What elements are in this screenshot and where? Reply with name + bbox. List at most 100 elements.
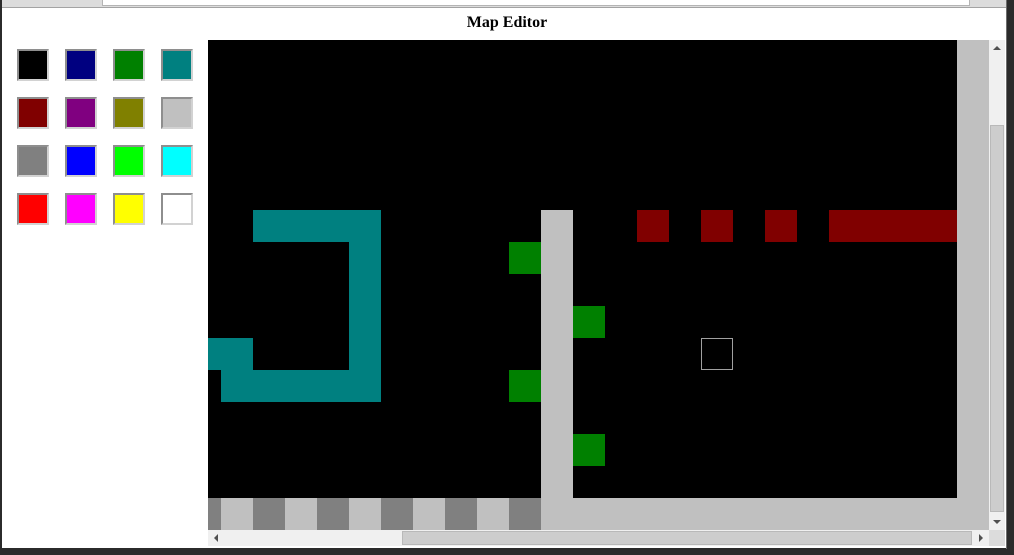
map-tile[interactable]: [957, 434, 989, 466]
map-tile[interactable]: [413, 306, 445, 338]
map-tile[interactable]: [669, 434, 701, 466]
map-tile[interactable]: [445, 338, 477, 370]
map-tile[interactable]: [669, 338, 701, 370]
map-tile[interactable]: [829, 178, 861, 210]
map-tile[interactable]: [509, 370, 541, 402]
map-tile[interactable]: [733, 82, 765, 114]
map-tile[interactable]: [701, 242, 733, 274]
map-tile[interactable]: [349, 50, 381, 82]
map-tile[interactable]: [349, 274, 381, 306]
map-tile[interactable]: [208, 466, 221, 498]
map-tile[interactable]: [957, 210, 989, 242]
map-tile[interactable]: [733, 210, 765, 242]
color-swatch-fuchsia[interactable]: [65, 193, 97, 225]
map-tile[interactable]: [285, 178, 317, 210]
map-tile[interactable]: [893, 370, 925, 402]
color-swatch-yellow[interactable]: [113, 193, 145, 225]
map-tile[interactable]: [509, 242, 541, 274]
map-tile[interactable]: [701, 498, 733, 530]
map-tile[interactable]: [701, 370, 733, 402]
map-tile[interactable]: [605, 210, 637, 242]
map-tile[interactable]: [669, 370, 701, 402]
map-tile[interactable]: [765, 434, 797, 466]
map-tile[interactable]: [797, 498, 829, 530]
map-tile[interactable]: [669, 498, 701, 530]
map-tile[interactable]: [925, 82, 957, 114]
map-tile[interactable]: [829, 466, 861, 498]
map-tile[interactable]: [349, 210, 381, 242]
map-tile[interactable]: [445, 466, 477, 498]
map-tile[interactable]: [797, 242, 829, 274]
map-tile[interactable]: [605, 306, 637, 338]
map-tile[interactable]: [285, 146, 317, 178]
map-tile[interactable]: [253, 50, 285, 82]
map-tile[interactable]: [221, 50, 253, 82]
map-tile[interactable]: [797, 306, 829, 338]
map-tile[interactable]: [829, 370, 861, 402]
map-tile[interactable]: [765, 338, 797, 370]
map-tile[interactable]: [541, 50, 573, 82]
map-tile[interactable]: [861, 146, 893, 178]
map-tile[interactable]: [317, 402, 349, 434]
map-tile[interactable]: [509, 434, 541, 466]
map-tile[interactable]: [413, 338, 445, 370]
vertical-scroll-thumb[interactable]: [990, 125, 1004, 512]
map-tile[interactable]: [541, 178, 573, 210]
map-tile[interactable]: [509, 82, 541, 114]
map-tile[interactable]: [509, 114, 541, 146]
map-tile[interactable]: [477, 370, 509, 402]
map-tile[interactable]: [957, 370, 989, 402]
map-tile[interactable]: [541, 40, 573, 50]
map-tile[interactable]: [413, 114, 445, 146]
map-tile[interactable]: [413, 498, 445, 530]
map-tile[interactable]: [765, 50, 797, 82]
map-tile[interactable]: [669, 146, 701, 178]
map-tile[interactable]: [893, 274, 925, 306]
map-tile[interactable]: [605, 178, 637, 210]
map-tile[interactable]: [861, 402, 893, 434]
map-tile[interactable]: [285, 434, 317, 466]
map-tile[interactable]: [413, 434, 445, 466]
map-tile[interactable]: [381, 146, 413, 178]
map-tile[interactable]: [573, 402, 605, 434]
horizontal-scroll-thumb[interactable]: [402, 531, 972, 545]
map-tile[interactable]: [733, 402, 765, 434]
map-tile[interactable]: [829, 434, 861, 466]
map-tile[interactable]: [413, 82, 445, 114]
map-tile[interactable]: [733, 306, 765, 338]
map-tile[interactable]: [317, 40, 349, 50]
map-tile[interactable]: [925, 274, 957, 306]
scroll-up-button[interactable]: [989, 40, 1005, 56]
map-tile[interactable]: [893, 82, 925, 114]
map-tile[interactable]: [765, 402, 797, 434]
map-tile[interactable]: [861, 434, 893, 466]
map-tile[interactable]: [509, 210, 541, 242]
map-tile[interactable]: [477, 114, 509, 146]
map-tile[interactable]: [477, 274, 509, 306]
map-tile[interactable]: [445, 146, 477, 178]
map-tile[interactable]: [861, 178, 893, 210]
map-tile[interactable]: [861, 370, 893, 402]
map-tile[interactable]: [477, 402, 509, 434]
map-tile[interactable]: [637, 50, 669, 82]
map-tile[interactable]: [317, 50, 349, 82]
map-tile[interactable]: [285, 306, 317, 338]
map-tile[interactable]: [317, 338, 349, 370]
map-tile[interactable]: [573, 306, 605, 338]
map-tile[interactable]: [573, 434, 605, 466]
map-tile[interactable]: [733, 466, 765, 498]
map-tile[interactable]: [253, 306, 285, 338]
map-tile[interactable]: [829, 498, 861, 530]
map-tile[interactable]: [701, 338, 733, 370]
map-tile[interactable]: [637, 338, 669, 370]
map-tile[interactable]: [765, 306, 797, 338]
map-tile[interactable]: [349, 338, 381, 370]
map-tile[interactable]: [573, 50, 605, 82]
color-swatch-teal[interactable]: [161, 49, 193, 81]
map-tile[interactable]: [477, 466, 509, 498]
map-tile[interactable]: [208, 210, 221, 242]
map-tile[interactable]: [733, 338, 765, 370]
map-tile[interactable]: [861, 50, 893, 82]
map-tile[interactable]: [509, 402, 541, 434]
map-tile[interactable]: [925, 40, 957, 50]
